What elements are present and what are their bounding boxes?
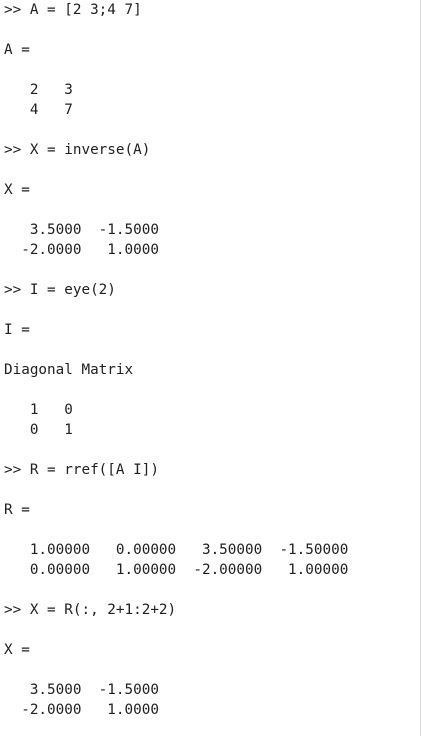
matrix-output-row: 4 7 <box>4 102 73 118</box>
command-line: >> X = inverse(A) <box>4 142 151 158</box>
matrix-output-row: -2.0000 1.0000 <box>4 242 159 258</box>
matrix-type-note: Diagonal Matrix <box>4 362 134 378</box>
matrix-output-row: -2.0000 1.0000 <box>4 702 159 718</box>
command-line: >> I = eye(2) <box>4 282 116 298</box>
command-line: >> R = rref([A I]) <box>4 462 159 478</box>
output-variable-label: R = <box>4 502 30 518</box>
command-line: >> X = R(:, 2+1:2+2) <box>4 602 177 618</box>
matrix-output-row: 2 3 <box>4 82 73 98</box>
matrix-output-row: 3.5000 -1.5000 <box>4 222 159 238</box>
command-line: >> A = [2 3;4 7] <box>4 2 142 18</box>
command-window[interactable]: >> A = [2 3;4 7] A = 2 3 4 7 >> X = inve… <box>0 0 421 736</box>
output-variable-label: X = <box>4 642 30 658</box>
matrix-output-row: 1 0 <box>4 402 73 418</box>
matrix-output-row: 0.00000 1.00000 -2.00000 1.00000 <box>4 562 349 578</box>
matrix-output-row: 3.5000 -1.5000 <box>4 682 159 698</box>
output-variable-label: A = <box>4 42 30 58</box>
output-variable-label: X = <box>4 182 30 198</box>
matrix-output-row: 0 1 <box>4 422 73 438</box>
matrix-output-row: 1.00000 0.00000 3.50000 -1.50000 <box>4 542 349 558</box>
output-variable-label: I = <box>4 322 30 338</box>
